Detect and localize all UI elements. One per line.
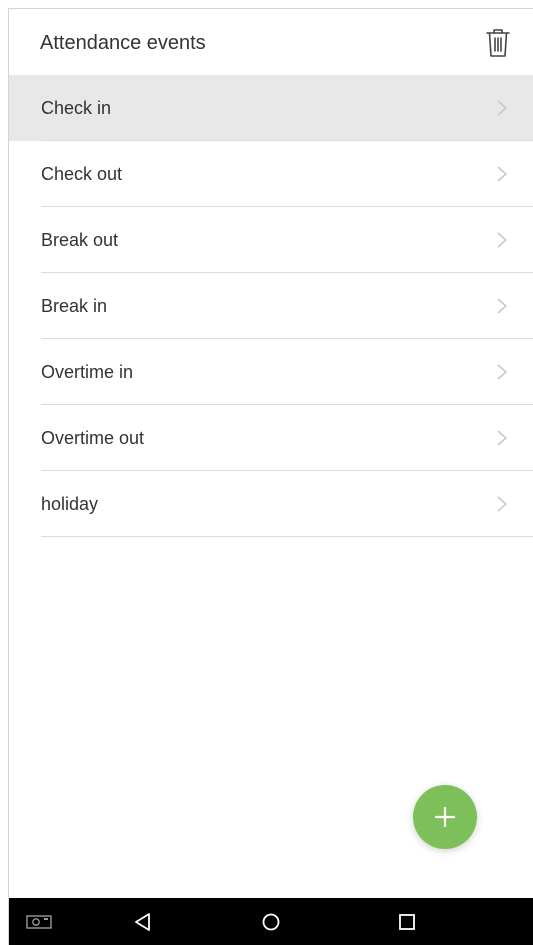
recents-icon bbox=[399, 914, 415, 930]
recents-button[interactable] bbox=[391, 898, 423, 945]
chevron-right-icon bbox=[497, 166, 508, 182]
list-item-holiday[interactable]: holiday bbox=[9, 471, 533, 537]
event-list: Check in Check out Break out Break in Ov… bbox=[9, 75, 533, 537]
back-button[interactable] bbox=[127, 898, 159, 945]
plus-icon bbox=[434, 806, 456, 828]
list-item-label: Check in bbox=[41, 98, 112, 118]
page-title: Attendance events bbox=[40, 32, 206, 54]
back-icon bbox=[135, 913, 150, 931]
list-item-check-out[interactable]: Check out bbox=[9, 141, 533, 207]
chevron-right-icon bbox=[497, 232, 508, 248]
list-item-overtime-in[interactable]: Overtime in bbox=[9, 339, 533, 405]
add-event-button[interactable] bbox=[413, 785, 477, 849]
home-button[interactable] bbox=[255, 898, 287, 945]
list-item-label: Break out bbox=[41, 230, 119, 250]
list-item-label: Overtime out bbox=[41, 428, 145, 448]
screenshot-button[interactable] bbox=[23, 898, 55, 945]
list-item-break-in[interactable]: Break in bbox=[9, 273, 533, 339]
list-item-overtime-out[interactable]: Overtime out bbox=[9, 405, 533, 471]
divider bbox=[41, 536, 533, 537]
home-icon bbox=[262, 913, 280, 931]
delete-button[interactable] bbox=[483, 27, 513, 59]
chevron-right-icon bbox=[497, 430, 508, 446]
chevron-right-icon bbox=[497, 364, 508, 380]
chevron-right-icon bbox=[497, 496, 508, 512]
chevron-right-icon bbox=[497, 100, 508, 116]
app-header: Attendance events bbox=[9, 9, 533, 75]
list-item-check-in[interactable]: Check in bbox=[9, 75, 533, 141]
system-nav-bar bbox=[9, 898, 533, 945]
chevron-right-icon bbox=[497, 298, 508, 314]
list-item-label: Break in bbox=[41, 296, 108, 316]
list-item-label: Overtime in bbox=[41, 362, 134, 382]
screenshot-icon bbox=[26, 915, 52, 929]
list-item-break-out[interactable]: Break out bbox=[9, 207, 533, 273]
trash-icon bbox=[486, 29, 510, 57]
list-item-label: Check out bbox=[41, 164, 123, 184]
list-item-label: holiday bbox=[41, 494, 99, 514]
app-screen: Attendance events Check in Check out Bre… bbox=[8, 8, 533, 945]
